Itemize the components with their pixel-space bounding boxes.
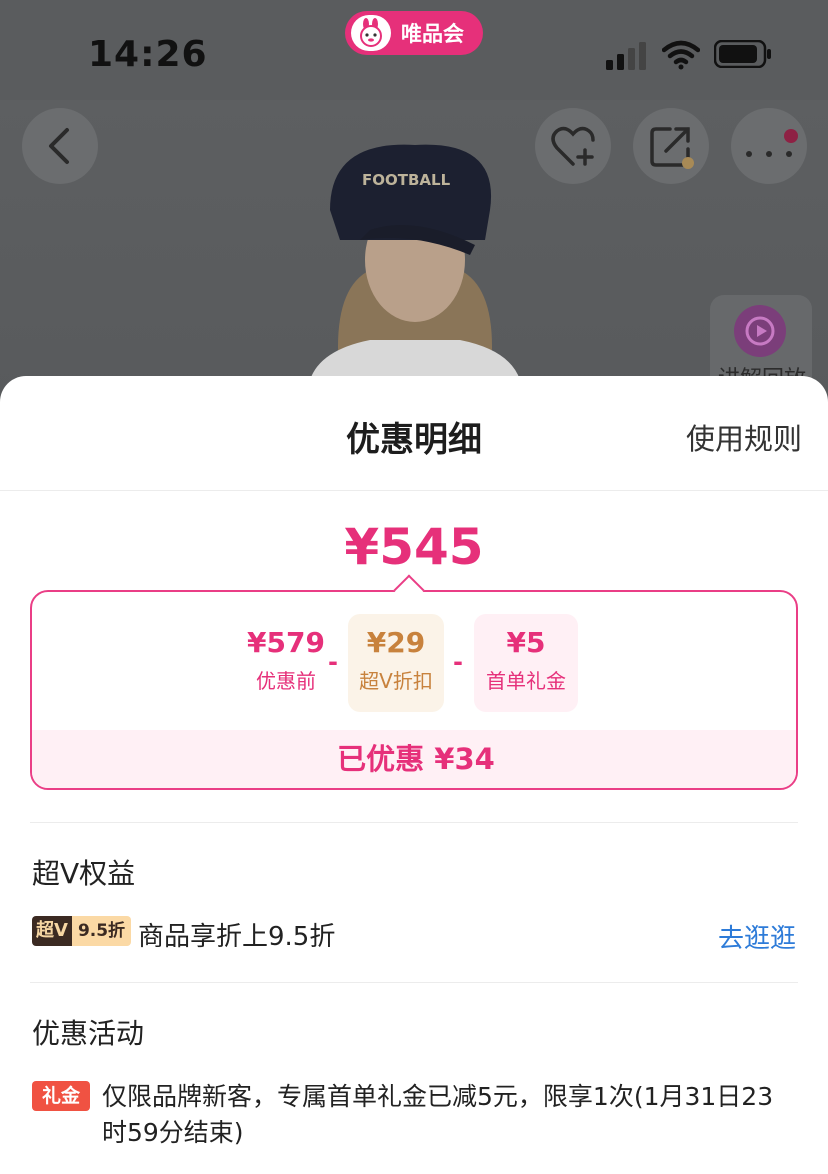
usage-rules-link[interactable]: 使用规则 [686, 416, 802, 458]
replay-play-icon [734, 305, 786, 357]
sheet-header: 优惠明细 使用规则 [0, 376, 828, 491]
svip-section-title: 超V权益 [32, 857, 136, 890]
share-icon [650, 127, 694, 169]
discount-detail-sheet: 优惠明细 使用规则 ¥545 ¥579 优惠前 - ¥29 超V折扣 - ¥5 … [0, 376, 828, 1174]
divider [30, 822, 798, 823]
first-order-gift-value: ¥5 [506, 626, 546, 659]
first-order-gift-term: ¥5 首单礼金 [474, 614, 578, 712]
minus-sign: - [328, 648, 338, 676]
more-dots-icon [746, 129, 798, 157]
price-breakdown-box: ¥579 优惠前 - ¥29 超V折扣 - ¥5 首单礼金 已优惠 ¥34 [30, 590, 798, 790]
battery-icon [714, 40, 771, 68]
svip-discount-term: ¥29 超V折扣 [348, 614, 444, 712]
product-page-background: 14:26 唯品会 FOOTBALL [0, 0, 828, 420]
favorite-button[interactable] [535, 108, 611, 184]
svip-discount-label: 超V折扣 [359, 669, 433, 693]
browse-link[interactable]: 去逛逛 [718, 918, 796, 955]
svip-description: 商品享折上9.5折 [138, 922, 336, 952]
brand-rabbit-icon [351, 15, 391, 51]
svip-badge: 超V 9.5折 [32, 916, 132, 946]
wifi-icon [662, 40, 700, 70]
svip-discount-value: ¥29 [366, 626, 426, 659]
back-button[interactable] [22, 108, 98, 184]
minus-sign: - [453, 648, 463, 676]
final-price: ¥545 [344, 518, 484, 576]
cellular-signal-icon [606, 42, 646, 70]
svip-badge-left: 超V [32, 916, 72, 946]
model-photo: FOOTBALL [300, 140, 530, 380]
share-button[interactable] [633, 108, 709, 184]
more-button[interactable] [731, 108, 807, 184]
brand-name: 唯品会 [401, 22, 464, 46]
brand-pill[interactable]: 唯品会 [345, 11, 483, 55]
activity-description: 仅限品牌新客，专属首单礼金已减5元，限享1次(1月31日23时59分结束) [102, 1082, 774, 1147]
chevron-left-icon [49, 128, 69, 164]
divider [30, 982, 798, 983]
status-time: 14:26 [88, 34, 208, 75]
activity-section-title: 优惠活动 [32, 1017, 145, 1050]
heart-add-icon [551, 126, 595, 166]
svg-text:FOOTBALL: FOOTBALL [362, 171, 451, 189]
total-saved: 已优惠 ¥34 [32, 730, 796, 788]
first-order-gift-label: 首单礼金 [486, 669, 566, 693]
gift-badge: 礼金 [32, 1081, 90, 1111]
status-bar: 14:26 唯品会 [0, 0, 828, 100]
replay-label: 讲解回放 [718, 361, 814, 377]
svip-badge-right: 9.5折 [71, 916, 132, 946]
